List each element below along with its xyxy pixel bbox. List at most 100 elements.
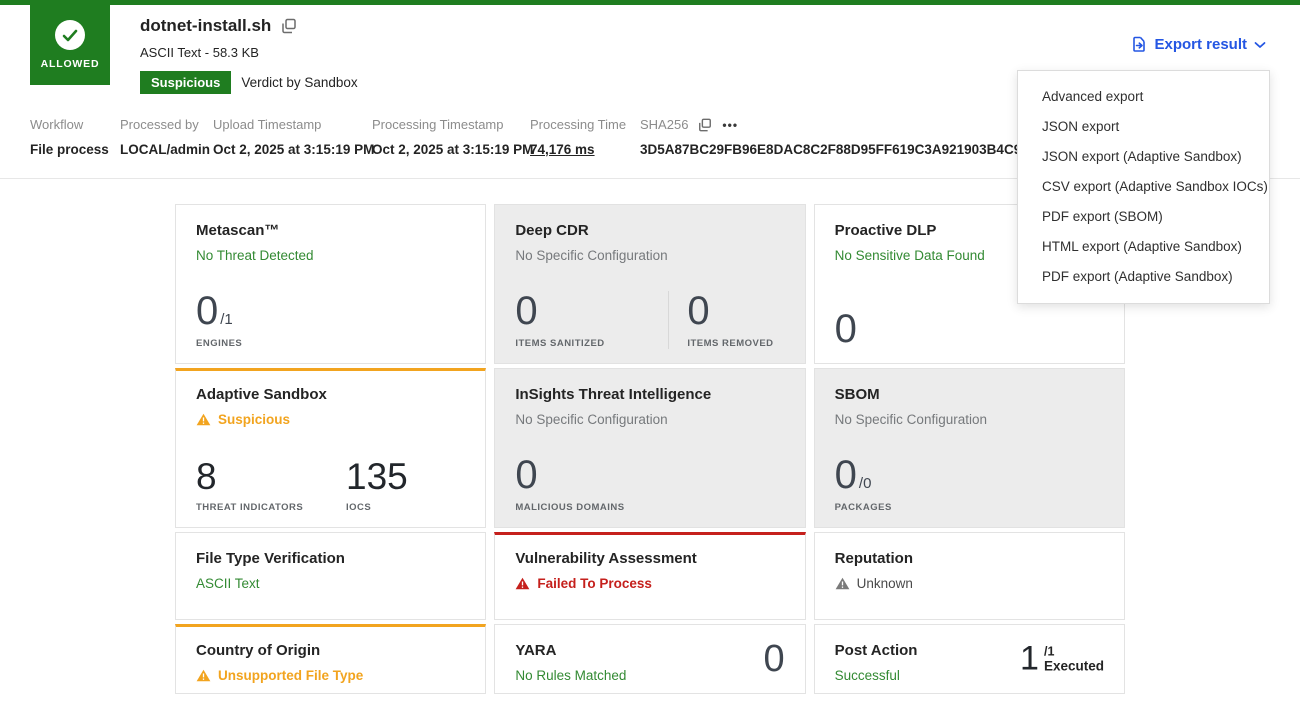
stat-suffix: /0 bbox=[859, 475, 872, 492]
warning-triangle-icon bbox=[835, 577, 850, 590]
meta-label: SHA256 bbox=[640, 117, 688, 132]
verdict-caption: Verdict by Sandbox bbox=[241, 75, 357, 90]
card-metascan[interactable]: Metascan™ No Threat Detected 0/1 ENGINES bbox=[175, 204, 486, 364]
stat-yara-matches: 0 bbox=[764, 640, 785, 678]
allowed-verdict-tile: ALLOWED bbox=[30, 5, 110, 85]
card-title: Adaptive Sandbox bbox=[196, 386, 465, 403]
card-reputation[interactable]: Reputation Unknown bbox=[814, 532, 1125, 620]
stat-caption: Executed bbox=[1044, 659, 1104, 674]
menu-item-pdf-export-adaptive-sandbox[interactable]: PDF export (Adaptive Sandbox) bbox=[1018, 262, 1269, 292]
export-result-label: Export result bbox=[1154, 36, 1247, 53]
menu-item-json-export[interactable]: JSON export bbox=[1018, 112, 1269, 142]
meta-label: Workflow bbox=[30, 117, 120, 132]
results-grid: Metascan™ No Threat Detected 0/1 ENGINES… bbox=[175, 204, 1125, 694]
more-hashes-menu[interactable]: ••• bbox=[722, 119, 738, 131]
card-status: Failed To Process bbox=[537, 576, 652, 591]
meta-label: Upload Timestamp bbox=[213, 117, 372, 132]
card-title: Metascan™ bbox=[196, 222, 465, 239]
card-title: Reputation bbox=[835, 550, 1104, 567]
top-accent-bar bbox=[0, 0, 1300, 5]
stat-suffix: /1 bbox=[220, 311, 233, 328]
stat-value: 0 bbox=[835, 309, 857, 349]
stat-items-removed: 0 ITEMS REMOVED bbox=[687, 291, 773, 349]
card-status: No Rules Matched bbox=[515, 668, 784, 683]
copy-hash-icon[interactable] bbox=[698, 118, 712, 132]
export-result-menu: Advanced export JSON export JSON export … bbox=[1017, 70, 1270, 304]
file-export-icon bbox=[1131, 36, 1147, 53]
card-post-action[interactable]: Post Action Successful 1 /1 Executed bbox=[814, 624, 1125, 694]
meta-processed-by: Processed by LOCAL/admin bbox=[120, 117, 213, 157]
stat-value: 8 bbox=[196, 458, 217, 495]
menu-item-html-export-adaptive-sandbox[interactable]: HTML export (Adaptive Sandbox) bbox=[1018, 232, 1269, 262]
card-adaptive-sandbox[interactable]: Adaptive Sandbox Suspicious 8 THREAT IND… bbox=[175, 368, 486, 528]
stat-items-sanitized: 0 ITEMS SANITIZED bbox=[515, 291, 669, 349]
copy-filename-icon[interactable] bbox=[281, 18, 297, 34]
card-country-of-origin[interactable]: Country of Origin Unsupported File Type bbox=[175, 624, 486, 694]
stat-value: 0 bbox=[515, 291, 537, 331]
meta-value: LOCAL/admin bbox=[120, 142, 213, 157]
stat-post-actions-executed: 1 /1 Executed bbox=[1020, 644, 1104, 675]
scan-result-page: ALLOWED dotnet-install.sh ASCII Text - 5… bbox=[0, 0, 1300, 719]
card-insights-threat-intelligence[interactable]: InSights Threat Intelligence No Specific… bbox=[494, 368, 805, 528]
card-status: Unsupported File Type bbox=[218, 668, 363, 683]
card-vulnerability-assessment[interactable]: Vulnerability Assessment Failed To Proce… bbox=[494, 532, 805, 620]
card-status: ASCII Text bbox=[196, 576, 465, 591]
warning-triangle-icon bbox=[196, 669, 211, 682]
stat-malicious-domains: 0 MALICIOUS DOMAINS bbox=[515, 455, 624, 513]
meta-label: Processed by bbox=[120, 117, 213, 132]
file-header: dotnet-install.sh ASCII Text - 58.3 KB S… bbox=[140, 16, 358, 94]
meta-value: File process bbox=[30, 142, 120, 157]
card-status: Unknown bbox=[857, 576, 913, 591]
meta-value: Oct 2, 2025 at 3:15:19 PM bbox=[213, 142, 372, 157]
stat-threat-indicators: 8 THREAT INDICATORS bbox=[196, 458, 346, 513]
meta-processing-timestamp: Processing Timestamp Oct 2, 2025 at 3:15… bbox=[372, 117, 530, 157]
error-triangle-icon bbox=[515, 577, 530, 590]
card-title: Country of Origin bbox=[196, 642, 465, 659]
stat-value: 0 bbox=[835, 455, 857, 495]
allowed-label: ALLOWED bbox=[41, 58, 100, 70]
card-status: No Specific Configuration bbox=[515, 412, 784, 427]
stat-label: ITEMS REMOVED bbox=[687, 338, 773, 349]
stat-suffix: /1 bbox=[1044, 645, 1104, 659]
card-status: No Specific Configuration bbox=[515, 248, 784, 263]
stat-value: 0 bbox=[515, 455, 537, 495]
card-title: InSights Threat Intelligence bbox=[515, 386, 784, 403]
stat-label: ENGINES bbox=[196, 338, 242, 349]
meta-label: Processing Timestamp bbox=[372, 117, 530, 132]
card-file-type-verification[interactable]: File Type Verification ASCII Text bbox=[175, 532, 486, 620]
stat-dlp-hits: 0 bbox=[835, 309, 857, 349]
card-status: No Specific Configuration bbox=[835, 412, 1104, 427]
card-deep-cdr[interactable]: Deep CDR No Specific Configuration 0 ITE… bbox=[494, 204, 805, 364]
menu-item-json-export-adaptive-sandbox[interactable]: JSON export (Adaptive Sandbox) bbox=[1018, 142, 1269, 172]
menu-item-advanced-export[interactable]: Advanced export bbox=[1018, 82, 1269, 112]
stat-label: MALICIOUS DOMAINS bbox=[515, 502, 624, 513]
stat-packages: 0/0 PACKAGES bbox=[835, 455, 892, 513]
verdict-badge: Suspicious bbox=[140, 71, 231, 94]
file-name: dotnet-install.sh bbox=[140, 16, 271, 36]
stat-value: 135 bbox=[346, 458, 408, 495]
stat-iocs: 135 IOCS bbox=[346, 458, 408, 513]
card-title: File Type Verification bbox=[196, 550, 465, 567]
meta-workflow: Workflow File process bbox=[30, 117, 120, 157]
menu-item-pdf-export-sbom[interactable]: PDF export (SBOM) bbox=[1018, 202, 1269, 232]
card-status: No Threat Detected bbox=[196, 248, 465, 263]
menu-item-csv-export-adaptive-sandbox-iocs[interactable]: CSV export (Adaptive Sandbox IOCs) bbox=[1018, 172, 1269, 202]
export-result-button[interactable]: Export result bbox=[1131, 36, 1266, 53]
file-info: ASCII Text - 58.3 KB bbox=[140, 45, 358, 60]
card-title: SBOM bbox=[835, 386, 1104, 403]
warning-triangle-icon bbox=[196, 413, 211, 426]
card-yara[interactable]: YARA No Rules Matched 0 bbox=[494, 624, 805, 694]
meta-processing-time: Processing Time 74,176 ms bbox=[530, 117, 640, 157]
meta-upload-timestamp: Upload Timestamp Oct 2, 2025 at 3:15:19 … bbox=[213, 117, 372, 157]
stat-label: ITEMS SANITIZED bbox=[515, 338, 668, 349]
stat-value: 0 bbox=[196, 291, 218, 331]
stat-value: 1 bbox=[1020, 644, 1039, 675]
meta-label: Processing Time bbox=[530, 117, 640, 132]
card-title: Deep CDR bbox=[515, 222, 784, 239]
stat-label: PACKAGES bbox=[835, 502, 892, 513]
stat-value: 0 bbox=[687, 291, 709, 331]
card-sbom[interactable]: SBOM No Specific Configuration 0/0 PACKA… bbox=[814, 368, 1125, 528]
processing-time-link[interactable]: 74,176 ms bbox=[530, 142, 640, 157]
card-title: YARA bbox=[515, 642, 784, 659]
meta-value: Oct 2, 2025 at 3:15:19 PM bbox=[372, 142, 530, 157]
